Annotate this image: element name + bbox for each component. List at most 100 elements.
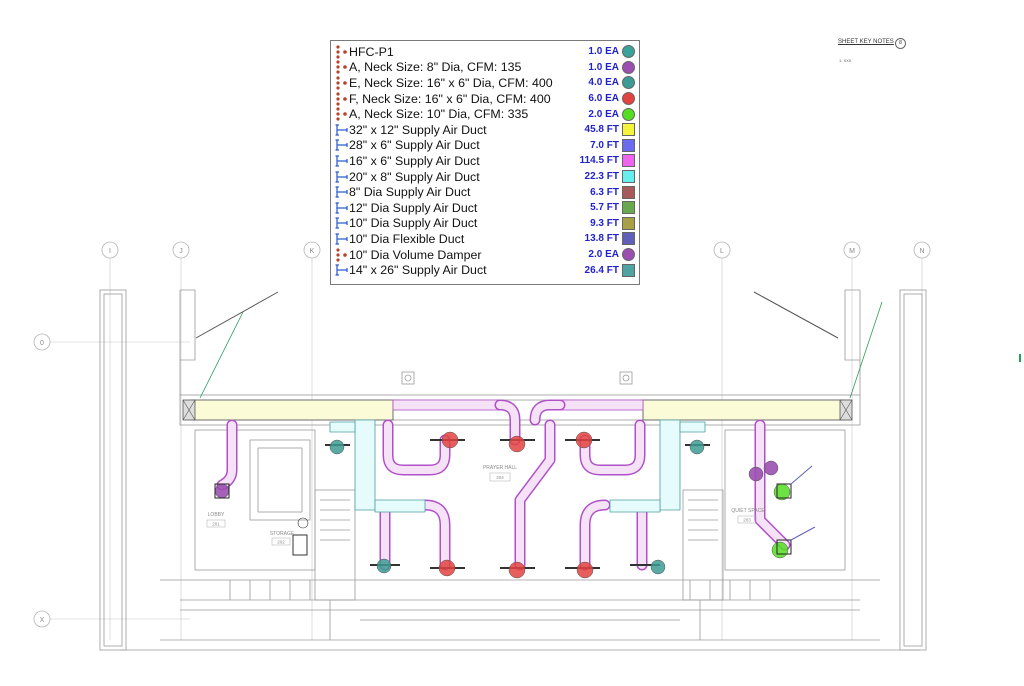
duct-length-icon <box>335 216 349 230</box>
legend-row: 10" Dia Volume Damper 2.0 EA <box>335 247 635 263</box>
diffuser-marker <box>763 460 779 476</box>
damper-dots-icon <box>335 45 349 59</box>
grid-label-n: N <box>919 248 924 255</box>
diffuser-marker <box>214 483 230 499</box>
legend-row: 10" Dia Flexible Duct 13.8 FT <box>335 231 635 247</box>
damper-dots-icon <box>335 60 349 74</box>
legend-quantity: 114.5 FT <box>579 155 619 167</box>
legend-row: 28" x 6" Supply Air Duct 7.0 FT <box>335 138 635 154</box>
diffuser-marker <box>508 561 526 579</box>
diffuser-marker <box>689 439 705 455</box>
diffuser-marker <box>576 561 594 579</box>
grid-label-i: I <box>109 248 111 255</box>
grid-label-x: X <box>40 617 45 624</box>
diffuser-marker <box>376 558 392 574</box>
legend-label: F, Neck Size: 16" x 6" Dia, CFM: 400 <box>349 91 551 106</box>
room-labels: LOBBY 201 STORAGE 202 PRAYER HALL 204 QU… <box>206 465 765 546</box>
legend-color-swatch <box>622 263 635 277</box>
grid-label-j: J <box>179 248 183 255</box>
legend-quantity: 13.8 FT <box>584 233 619 245</box>
legend-color-swatch <box>622 45 635 59</box>
duct-length-icon <box>335 154 349 168</box>
legend-label: HFC-P1 <box>349 44 394 59</box>
legend-quantity: 22.3 FT <box>584 171 619 183</box>
room-prayer-hall-number: 204 <box>496 475 504 480</box>
duct-length-icon <box>335 201 349 215</box>
legend-label: 10" Dia Supply Air Duct <box>349 216 478 231</box>
legend-color-swatch <box>622 76 635 90</box>
duct-length-icon <box>335 263 349 277</box>
legend-row: 12" Dia Supply Air Duct 5.7 FT <box>335 200 635 216</box>
sheet-key-notes-title: SHEET KEY NOTES <box>838 39 894 45</box>
damper-dots-icon <box>335 76 349 90</box>
duct-length-icon <box>335 185 349 199</box>
legend-color-swatch <box>622 170 635 184</box>
legend-color-swatch <box>622 60 635 74</box>
diffuser-marker <box>771 541 789 559</box>
sheet-key-notes-item: 1. XXX <box>839 58 852 63</box>
room-prayer-hall: PRAYER HALL <box>483 465 517 471</box>
column-markers <box>401 371 633 385</box>
legend-row: 8" Dia Supply Air Duct 6.3 FT <box>335 184 635 200</box>
legend-label: A, Neck Size: 10" Dia, CFM: 335 <box>349 107 529 122</box>
legend-quantity: 5.7 FT <box>590 202 619 214</box>
room-lobby-number: 201 <box>212 522 220 527</box>
legend-color-swatch <box>622 248 635 262</box>
legend-quantity: 1.0 EA <box>588 46 619 58</box>
diffuser-markers <box>214 431 791 579</box>
legend-color-swatch <box>622 138 635 152</box>
legend-row: A, Neck Size: 10" Dia, CFM: 335 2.0 EA <box>335 106 635 122</box>
storage-unit <box>292 517 309 556</box>
legend-quantity: 26.4 FT <box>584 264 619 276</box>
legend-color-swatch <box>622 201 635 215</box>
legend-label: 28" x 6" Supply Air Duct <box>349 138 480 153</box>
grid-lines <box>50 258 923 640</box>
legend-label: E, Neck Size: 16" x 6" Dia, CFM: 400 <box>349 75 553 90</box>
legend-color-swatch <box>622 154 635 168</box>
legend-quantity: 9.3 FT <box>590 217 619 229</box>
duct-length-icon <box>335 170 349 184</box>
legend-row: A, Neck Size: 8" Dia, CFM: 135 1.0 EA <box>335 60 635 76</box>
room-lobby: LOBBY <box>208 512 225 518</box>
diffuser-marker <box>329 439 345 455</box>
grid-label-l: L <box>720 248 724 255</box>
duct-length-icon <box>335 232 349 246</box>
damper-dots-icon <box>335 91 349 106</box>
legend-color-swatch <box>622 216 635 230</box>
legend-row: 14" x 26" Supply Air Duct 26.4 FT <box>335 262 635 278</box>
sheet-key-notes-badge: 8 <box>895 38 906 49</box>
legend-quantity: 6.0 EA <box>588 93 619 105</box>
legend-color-swatch <box>622 123 635 137</box>
legend-quantity: 6.3 FT <box>590 186 619 198</box>
legend-label: 14" x 26" Supply Air Duct <box>349 263 487 278</box>
diffuser-marker <box>508 435 526 453</box>
legend-rows: HFC-P1 1.0 EA A, Neck Size: 8" Dia, CFM: 1… <box>335 44 635 278</box>
room-storage-number: 202 <box>277 540 285 545</box>
legend-label: 10" Dia Flexible Duct <box>349 231 465 246</box>
legend-row: F, Neck Size: 16" x 6" Dia, CFM: 400 6.0 … <box>335 91 635 107</box>
legend-row: 32" x 12" Supply Air Duct 45.8 FT <box>335 122 635 138</box>
legend-row: 10" Dia Supply Air Duct 9.3 FT <box>335 216 635 232</box>
legend-color-swatch <box>622 232 635 246</box>
legend-quantity: 1.0 EA <box>588 61 619 73</box>
legend-label: 16" x 6" Supply Air Duct <box>349 153 480 168</box>
room-quiet-space: QUIET SPACE <box>731 508 765 514</box>
damper-dots-icon <box>335 107 349 121</box>
edge-marker <box>1019 354 1021 362</box>
legend-label: A, Neck Size: 8" Dia, CFM: 135 <box>349 60 522 75</box>
legend-color-swatch <box>622 185 635 199</box>
legend-row: 16" x 6" Supply Air Duct 114.5 FT <box>335 153 635 169</box>
damper-dots-icon <box>335 247 349 262</box>
legend-quantity: 45.8 FT <box>584 124 619 136</box>
diffuser-marker <box>575 431 593 449</box>
legend-quantity: 2.0 EA <box>588 249 619 261</box>
diffuser-marker <box>438 559 456 577</box>
roof-lines <box>195 291 839 339</box>
room-quiet-space-number: 203 <box>743 518 751 523</box>
legend-label: 32" x 12" Supply Air Duct <box>349 122 487 137</box>
diffuser-marker <box>441 431 459 449</box>
grid-bubbles <box>33 241 931 628</box>
room-storage: STORAGE <box>270 531 295 537</box>
diffuser-marker <box>748 466 764 482</box>
legend-label: 10" Dia Volume Damper <box>349 247 482 262</box>
